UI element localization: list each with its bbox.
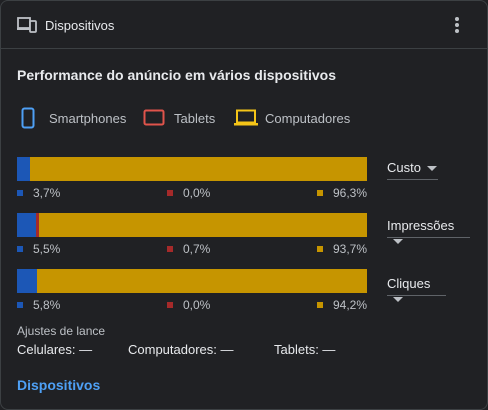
computadores-value: 93,7% [333, 242, 368, 256]
dropdown-label: Cliques [387, 276, 431, 291]
smartphone-icon [21, 107, 35, 129]
smartphones-swatch [17, 190, 23, 196]
devices-card: Dispositivos Performance do anúncio em v… [0, 0, 488, 410]
card-header: Dispositivos [1, 1, 487, 49]
tablets-swatch [167, 190, 173, 196]
computadores-swatch [317, 302, 323, 308]
smartphones-swatch [17, 302, 23, 308]
more-vert-icon[interactable] [445, 13, 469, 37]
caret-down-icon [393, 297, 403, 303]
smartphones-value: 3,7% [33, 186, 61, 200]
impressions-values: 5,5% 0,7% 93,7% [17, 242, 367, 258]
computadores-swatch [317, 190, 323, 196]
computadores-value: 96,3% [333, 186, 368, 200]
smartphones-swatch [17, 246, 23, 252]
bid-adjustments-title: Ajustes de lance [17, 324, 106, 338]
tablets-swatch [167, 302, 173, 308]
metric-dropdown-cliques[interactable]: Cliques [387, 274, 446, 303]
tablet-adjustment: Tablets: — [274, 342, 336, 357]
tablets-swatch [167, 246, 173, 252]
impressions-bar [17, 213, 367, 237]
legend-smartphones: Smartphones [19, 107, 139, 129]
mobile-adjustment: Celulares: — [17, 342, 93, 357]
desktop-adjustment: Computadores: — [128, 342, 234, 357]
legend-label: Computadores [265, 111, 351, 126]
clicks-values: 5,8% 0,0% 94,2% [17, 298, 367, 314]
tablets-value: 0,0% [183, 186, 211, 200]
cost-bar [17, 157, 367, 181]
dropdown-label: Custo [387, 160, 421, 175]
caret-down-icon [393, 239, 403, 245]
legend-tablets: Tablets [143, 107, 233, 129]
section-title: Performance do anúncio em vários disposi… [17, 67, 336, 83]
tablets-value: 0,7% [183, 242, 211, 256]
cost-values: 3,7% 0,0% 96,3% [17, 186, 367, 202]
computadores-value: 94,2% [333, 298, 368, 312]
devices-link[interactable]: Dispositivos [17, 377, 100, 393]
dropdown-label: Impressões [387, 218, 455, 233]
caret-down-icon [426, 166, 437, 172]
computadores-segment [38, 213, 367, 237]
smartphones-value: 5,5% [33, 242, 61, 256]
smartphones-segment [17, 269, 38, 293]
smartphones-segment [17, 213, 37, 237]
clicks-bar [17, 269, 367, 293]
devices-icon [17, 17, 37, 33]
card-title: Dispositivos [45, 18, 115, 33]
smartphones-segment [17, 157, 30, 181]
computadores-swatch [317, 246, 323, 252]
smartphones-value: 5,8% [33, 298, 61, 312]
legend-label: Smartphones [49, 111, 127, 126]
tablet-icon [143, 109, 165, 126]
laptop-icon [234, 109, 258, 126]
computadores-segment [37, 269, 367, 293]
tablets-value: 0,0% [183, 298, 211, 312]
legend-label: Tablets [174, 111, 216, 126]
legend-computadores: Computadores [233, 107, 363, 129]
metric-dropdown-custo[interactable]: Custo [387, 158, 438, 180]
metric-dropdown-impressoes[interactable]: Impressões [387, 216, 470, 245]
computadores-segment [29, 157, 367, 181]
